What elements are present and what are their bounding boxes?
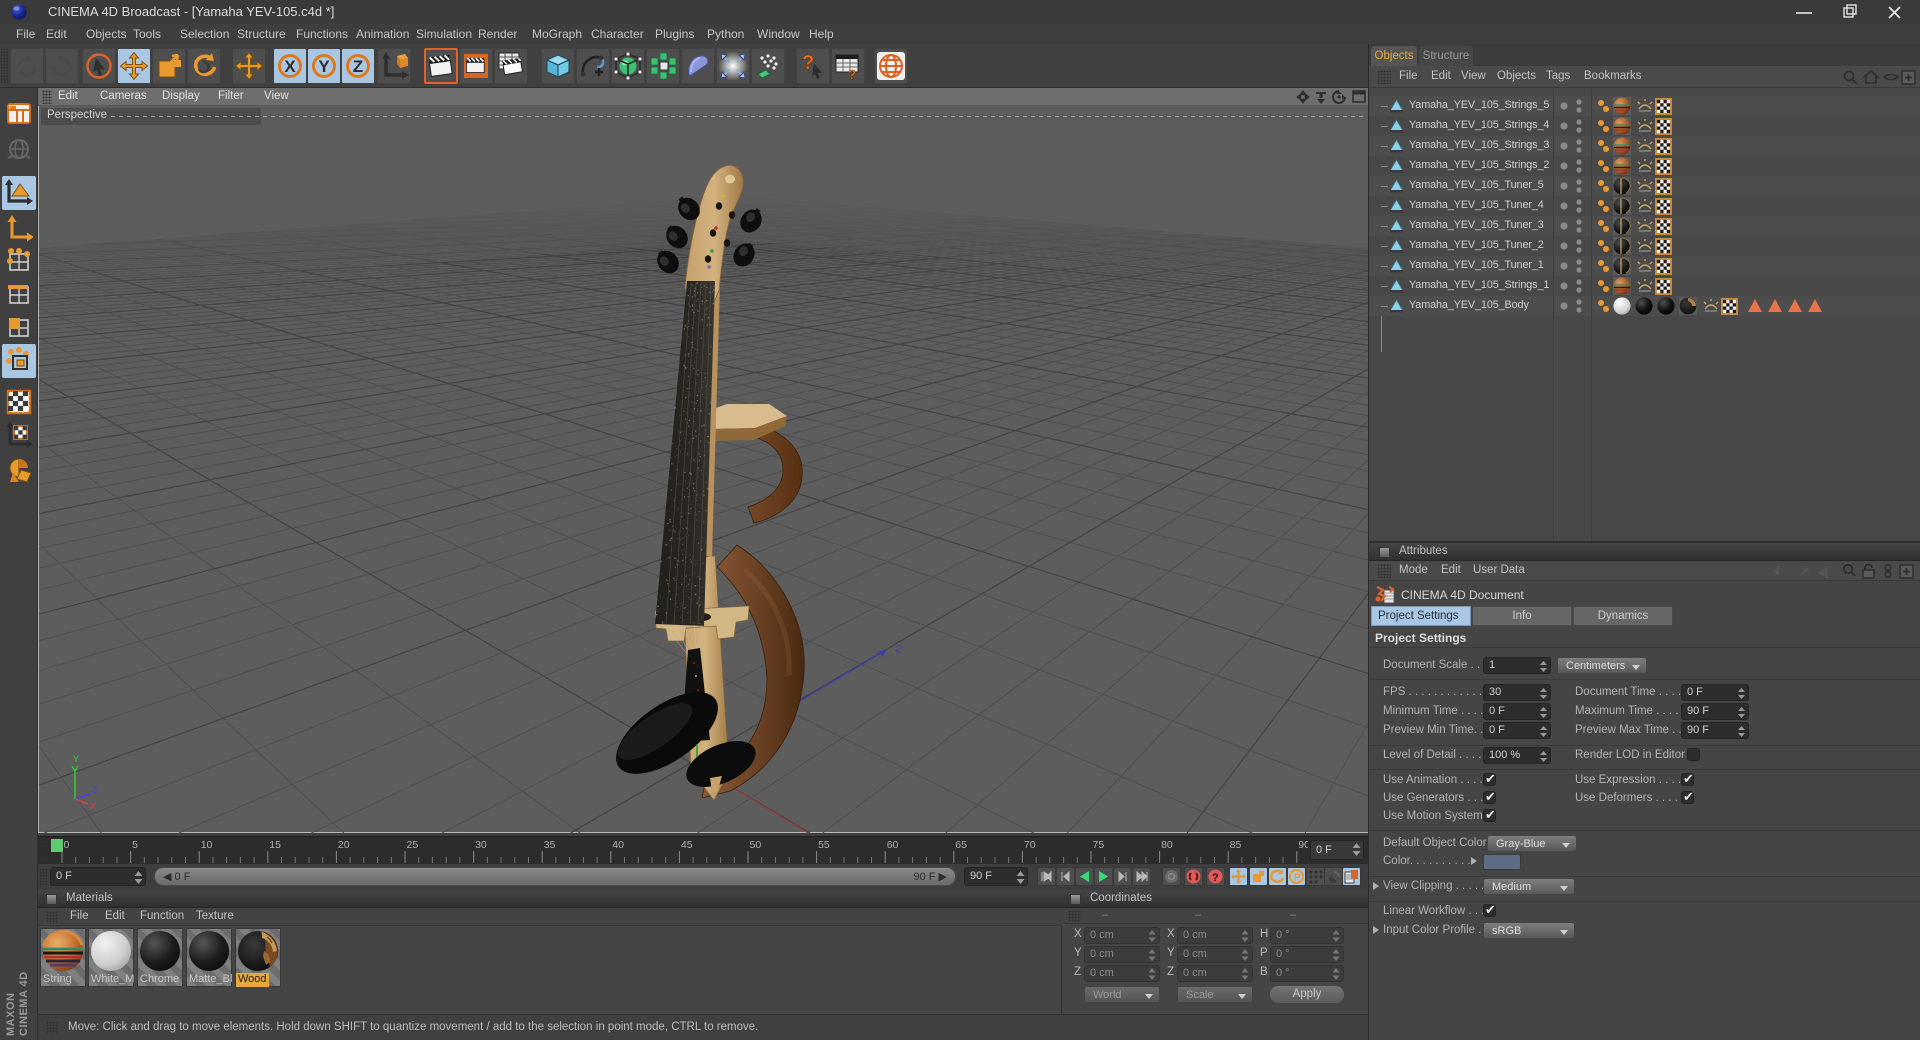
svg-text:P: P <box>1294 873 1301 884</box>
svg-text:40: 40 <box>612 839 624 851</box>
svg-text:80: 80 <box>1161 839 1173 851</box>
svg-text:Z: Z <box>92 785 98 795</box>
svg-text:?: ? <box>1212 872 1219 884</box>
svg-text:X: X <box>90 801 96 811</box>
svg-text:35: 35 <box>544 839 556 851</box>
svg-text:75: 75 <box>1093 839 1105 851</box>
svg-text:90: 90 <box>1298 839 1308 851</box>
svg-text:55: 55 <box>818 839 830 851</box>
svg-text:60: 60 <box>887 839 899 851</box>
svg-text:Z: Z <box>353 57 363 76</box>
svg-text:?: ? <box>848 67 856 81</box>
svg-text:65: 65 <box>955 839 967 851</box>
svg-text:85: 85 <box>1230 839 1242 851</box>
svg-text:25: 25 <box>407 839 419 851</box>
svg-text:15: 15 <box>269 839 281 851</box>
svg-text:X: X <box>284 57 296 76</box>
svg-text:30: 30 <box>475 839 487 851</box>
svg-text:Z: Z <box>894 644 904 657</box>
svg-text:Y: Y <box>318 57 330 76</box>
svg-text:50: 50 <box>750 839 762 851</box>
svg-text:45: 45 <box>681 839 693 851</box>
svg-text:70: 70 <box>1024 839 1036 851</box>
svg-text:?: ? <box>802 52 814 74</box>
svg-text:0: 0 <box>64 839 70 851</box>
svg-text:5: 5 <box>132 839 138 851</box>
svg-text:10: 10 <box>201 839 213 851</box>
svg-text:Y: Y <box>73 754 79 764</box>
svg-text:20: 20 <box>338 839 350 851</box>
